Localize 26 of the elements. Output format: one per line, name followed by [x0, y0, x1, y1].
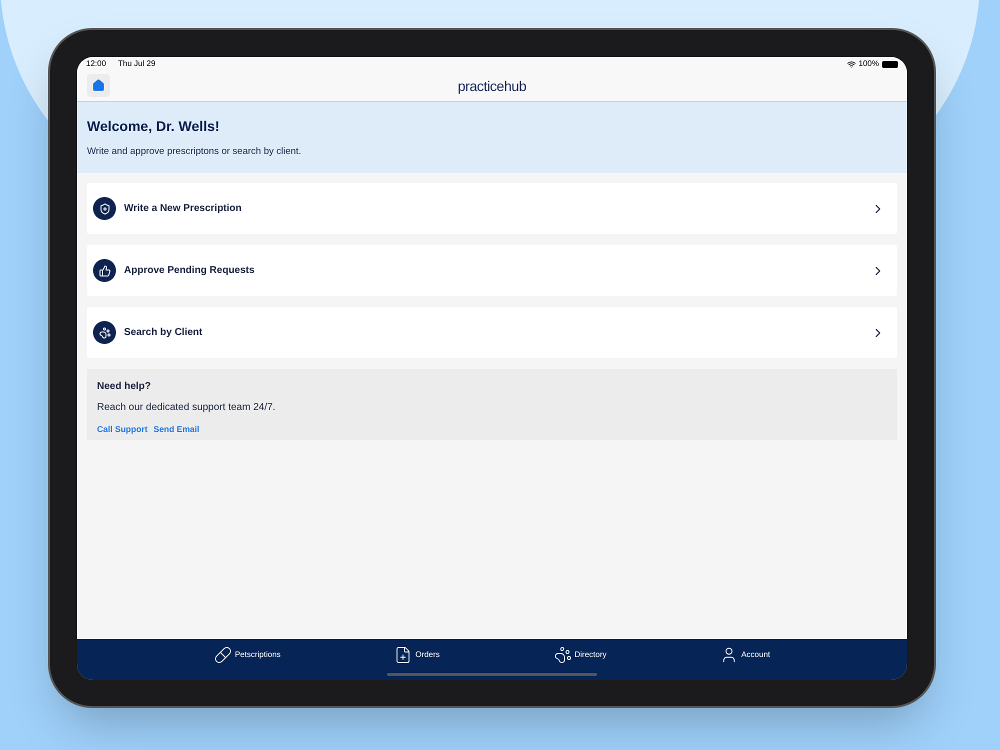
- document-plus-icon: [394, 646, 412, 664]
- logo: practicehub: [458, 76, 526, 96]
- shield-icon: [93, 197, 116, 220]
- welcome-title: Welcome, Dr. Wells!: [87, 117, 221, 136]
- paw-icon: [554, 646, 572, 664]
- wifi-icon: [846, 60, 856, 68]
- tab-item[interactable]: Orders: [394, 646, 440, 664]
- thumbs-up-icon: [93, 259, 116, 282]
- help-title: Need help?: [97, 380, 152, 394]
- action-card[interactable]: Search by Client: [87, 307, 897, 358]
- paw-icon: [93, 321, 116, 344]
- help-link[interactable]: Send Email: [154, 423, 200, 436]
- status-date: Thu Jul 29: [118, 58, 156, 70]
- welcome-subtitle: Write and approve prescriptons or search by client.: [87, 145, 302, 159]
- help-link[interactable]: Call Support: [97, 423, 148, 436]
- tab-item[interactable]: Account: [720, 646, 770, 664]
- home-button[interactable]: [87, 74, 110, 97]
- tab-item[interactable]: Petscriptions: [214, 646, 281, 664]
- battery-percent: 100%: [858, 58, 879, 70]
- status-time: 12:00: [86, 58, 106, 70]
- help-text: Reach our dedicated support team 24/7.: [97, 401, 276, 416]
- home-icon: [92, 79, 105, 92]
- battery-icon: [882, 60, 898, 68]
- tab-item[interactable]: Directory: [554, 646, 607, 664]
- action-card[interactable]: Write a New Prescription: [87, 183, 897, 234]
- action-card[interactable]: Approve Pending Requests: [87, 245, 897, 296]
